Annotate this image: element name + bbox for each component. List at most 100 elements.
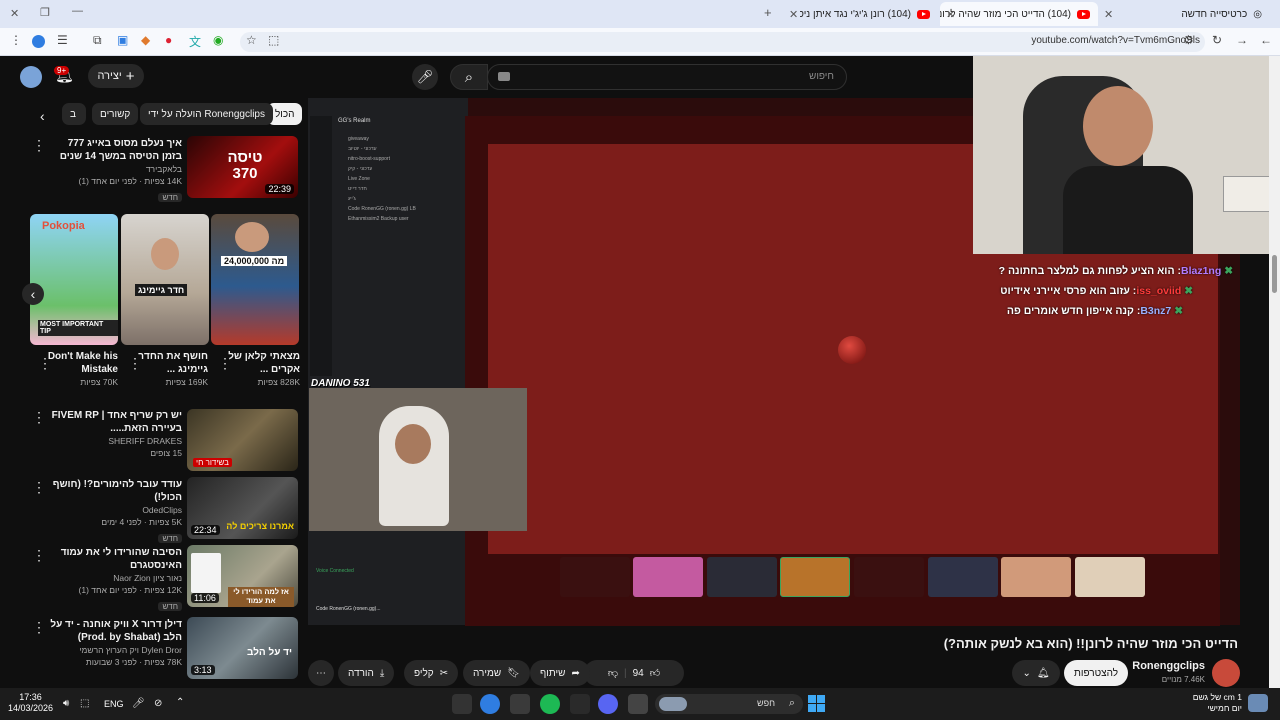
- reload-icon[interactable]: ↻: [1212, 33, 1222, 47]
- tab-close-icon[interactable]: ✕: [1104, 8, 1113, 21]
- related-video-info[interactable]: איך נעלם מסוס באייג 777 בזמן הטיסה במשך …: [50, 137, 182, 205]
- more-actions-icon[interactable]: ⋮: [38, 356, 52, 370]
- related-video-thumbnail[interactable]: טיסה 370 22:39: [187, 136, 298, 198]
- tab-new[interactable]: ◎ כרטיסייה חדשה: [1120, 2, 1270, 26]
- search-button[interactable]: ⌕: [450, 64, 488, 90]
- minimize-window-icon[interactable]: —: [72, 5, 83, 17]
- short-info[interactable]: Don't Make his Mistake 70K צפיות: [46, 350, 118, 388]
- new-tab-icon[interactable]: +: [764, 5, 772, 20]
- forward-icon[interactable]: →: [1236, 33, 1248, 47]
- more-actions-icon[interactable]: ⋮: [32, 548, 46, 562]
- site-settings-icon[interactable]: ⚙: [1183, 33, 1194, 47]
- search-input[interactable]: חיפוש: [487, 64, 847, 90]
- extension-red-icon[interactable]: ●: [165, 33, 172, 47]
- url-text: youtube.com/watch?v=Tvm6mGnoSls: [1031, 35, 1200, 46]
- file-explorer-icon[interactable]: [628, 694, 648, 714]
- extension-orange-icon[interactable]: ◆: [141, 33, 150, 47]
- taskbar-search-label: חפש: [757, 698, 775, 708]
- shorts-scroll-left-icon[interactable]: ‹: [22, 283, 44, 305]
- bookmark-icon: 🔖︎: [507, 667, 520, 679]
- person-face: [1083, 86, 1153, 166]
- subscribed-button[interactable]: ⌄ 🔔︎: [1012, 660, 1060, 686]
- discord-icon[interactable]: [598, 694, 618, 714]
- download-button[interactable]: הורדה ⤓: [338, 660, 395, 686]
- related-video-info[interactable]: עודד עובר להימורים?! (חושף הכול!) OdedCl…: [50, 478, 182, 546]
- keyboard-icon[interactable]: [498, 72, 510, 81]
- spotify-icon[interactable]: [540, 694, 560, 714]
- tab-other[interactable]: (104) רונן ג'יג'י נגד איתן ניסים...: [800, 2, 938, 26]
- tab-groups-icon[interactable]: ▣: [117, 33, 128, 47]
- back-icon[interactable]: ←: [1260, 33, 1272, 47]
- restore-window-icon[interactable]: ❐: [40, 6, 50, 19]
- thumbnail-text: אמרנו צריכים לה: [226, 521, 294, 531]
- related-video-channel: בלאקבירד: [145, 164, 182, 174]
- more-actions-icon[interactable]: ⋮: [218, 356, 232, 370]
- create-button[interactable]: יצירה +: [88, 64, 144, 88]
- related-video-thumbnail[interactable]: אמרנו צריכים לה 22:34: [187, 477, 298, 539]
- related-video-info[interactable]: דילן דרור X וויק אוחנה - יד על הלב (Prod…: [50, 618, 182, 668]
- more-actions-button[interactable]: ⋯: [308, 660, 334, 686]
- related-video-info[interactable]: הסיבה שהורידו לי את עמוד האינסטגרם נאור …: [50, 546, 182, 614]
- reading-list-icon[interactable]: ☰: [57, 33, 68, 47]
- extensions-icon[interactable]: ⧉: [93, 33, 102, 48]
- menu-dots-icon[interactable]: ⋮: [10, 33, 22, 47]
- weather-widget[interactable]: 1 cm של גשם יום חמישי: [1193, 692, 1242, 714]
- chips-scroll-left-icon[interactable]: ‹: [40, 108, 45, 124]
- channel-avatar[interactable]: [1212, 659, 1240, 687]
- extension-green-icon[interactable]: ◉: [213, 33, 223, 47]
- related-video-info[interactable]: יש רק שריף אחד | FIVEM RP בעיירה הזאת...…: [50, 409, 182, 459]
- related-video-thumbnail[interactable]: יד על הלב 3:13: [187, 617, 298, 679]
- taskbar-clock[interactable]: 17:36 14/03/2026: [8, 692, 53, 714]
- taskbar-app-icon[interactable]: [510, 694, 530, 714]
- tab-close-icon[interactable]: ✕: [946, 8, 955, 21]
- like-dislike-button[interactable]: 👎︎ | 94 👍︎: [584, 660, 684, 686]
- microphone-icon[interactable]: 🎤︎: [132, 698, 145, 709]
- chip-uploaded-by[interactable]: הועלה על ידי Ronenggclips: [140, 103, 273, 125]
- more-actions-icon[interactable]: ⋮: [32, 410, 46, 424]
- more-actions-icon[interactable]: ⋮: [32, 480, 46, 494]
- taskbar-app-icon[interactable]: [570, 694, 590, 714]
- share-button[interactable]: שיתוף ➦: [530, 660, 590, 686]
- join-button[interactable]: להצטרפות: [1064, 660, 1129, 686]
- related-video-thumbnail[interactable]: אז למה הורידו לי את עמוד האינסטגרם? 11:0…: [187, 545, 298, 607]
- volume-icon[interactable]: 🔊︎: [63, 698, 69, 709]
- tab-close-icon[interactable]: ✕: [789, 8, 798, 21]
- channel-name[interactable]: Ronenggclips: [1132, 660, 1205, 672]
- muted-icon[interactable]: ⊘: [154, 698, 162, 709]
- account-avatar[interactable]: [20, 66, 42, 88]
- page-scrollbar[interactable]: [1269, 56, 1280, 688]
- taskbar-app-icon[interactable]: [452, 694, 472, 714]
- chip-partial[interactable]: ב: [62, 103, 86, 125]
- more-actions-icon[interactable]: ⋮: [128, 356, 142, 370]
- profile-icon[interactable]: [32, 35, 45, 48]
- browser-taskbar-icon[interactable]: [480, 694, 500, 714]
- related-video-thumbnail[interactable]: בשידור חי: [187, 409, 298, 471]
- bookmark-star-icon[interactable]: ☆: [246, 33, 257, 47]
- language-indicator[interactable]: ENG: [104, 699, 124, 709]
- short-info[interactable]: מצאתי קלאן של אקרים ... 828K צפיות: [228, 350, 300, 388]
- save-label: שמירה: [473, 667, 502, 679]
- short-thumbnail[interactable]: Pokopia MOST IMPORTANT TIP: [30, 214, 118, 345]
- extension-translate-icon[interactable]: 文: [189, 33, 201, 50]
- chat-mod-icon: ✖: [1224, 265, 1233, 277]
- join-label: להצטרפות: [1074, 667, 1119, 679]
- save-button[interactable]: שמירה 🔖︎: [463, 660, 530, 686]
- close-window-icon[interactable]: ✕: [10, 7, 19, 20]
- chip-related[interactable]: קשורים: [92, 103, 139, 125]
- tray-overflow-icon[interactable]: ⌃: [176, 697, 184, 708]
- start-windows-icon[interactable]: [808, 695, 825, 712]
- search-placeholder: חיפוש: [809, 71, 834, 82]
- network-icon[interactable]: ⬚: [80, 698, 89, 709]
- scrollbar-thumb[interactable]: [1272, 255, 1277, 293]
- short-info[interactable]: חושף את החדר גיימינג ... 169K צפיות: [136, 350, 208, 388]
- clip-button[interactable]: קליפ ✂: [404, 660, 459, 686]
- screenshot-icon[interactable]: ⬚: [268, 33, 279, 47]
- tab-active[interactable]: (104) הדייט הכי מוזר שהיה לרונ...: [940, 2, 1098, 26]
- more-actions-icon[interactable]: ⋮: [32, 620, 46, 634]
- weather-line-2: יום חמישי: [1207, 703, 1242, 713]
- taskbar-search[interactable]: חפש ⌕: [655, 694, 803, 714]
- voice-search-mic-icon[interactable]: 🎤︎: [412, 64, 438, 90]
- short-thumbnail[interactable]: חדר גיימינג: [121, 214, 209, 345]
- short-thumbnail[interactable]: מה 24,000,000: [211, 214, 299, 345]
- more-actions-icon[interactable]: ⋮: [32, 138, 46, 152]
